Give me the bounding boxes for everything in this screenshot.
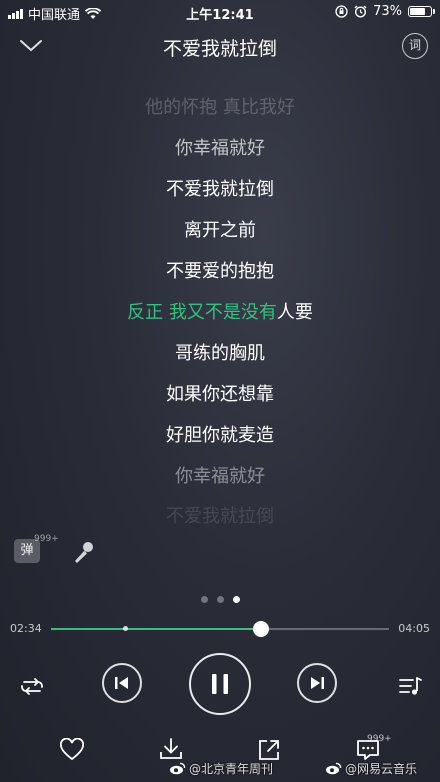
current-lyric-line: 反正 我又不是没有人要 bbox=[0, 298, 440, 324]
play-pause-button[interactable] bbox=[189, 653, 251, 715]
current-lyric-rest: 人要 bbox=[276, 302, 313, 323]
progress-played bbox=[51, 628, 262, 630]
weibo-logo-icon bbox=[170, 762, 186, 775]
status-bar: 中国联通 上午12:41 73% bbox=[0, 0, 440, 24]
lyric-line: 不爱我就拉倒 bbox=[166, 179, 274, 200]
current-time: 02:34 bbox=[10, 622, 42, 635]
lyric-line: 如果你还想靠 bbox=[166, 384, 274, 405]
download-icon[interactable] bbox=[158, 736, 184, 762]
lyric-line: 哥练的胸肌 bbox=[175, 343, 265, 364]
heart-icon[interactable] bbox=[59, 738, 85, 762]
next-button[interactable] bbox=[297, 663, 337, 703]
watermark-right-text: @网易云音乐 bbox=[345, 762, 418, 776]
previous-track-icon bbox=[115, 677, 128, 689]
microphone-icon[interactable] bbox=[70, 538, 98, 566]
page-dot-active bbox=[232, 596, 240, 603]
lyrics-mode-button[interactable]: 词 bbox=[402, 33, 428, 59]
lyric-line: 不爱我就拉倒 bbox=[166, 506, 274, 527]
playlist-icon[interactable] bbox=[396, 673, 424, 699]
lyric-line: 好胆你就麦造 bbox=[166, 425, 274, 446]
previous-button[interactable] bbox=[102, 663, 142, 703]
danmu-count-badge: 999+ bbox=[34, 534, 59, 544]
pause-icon bbox=[212, 674, 228, 694]
progress-marker bbox=[122, 626, 128, 631]
song-title: 不爱我就拉倒 bbox=[162, 38, 277, 60]
lyric-line: 你幸福就好 bbox=[175, 466, 265, 487]
total-time: 04:05 bbox=[398, 622, 430, 635]
watermark-right: @网易云音乐 bbox=[325, 760, 417, 777]
orientation-lock-icon bbox=[335, 5, 348, 18]
progress-bar[interactable] bbox=[51, 626, 389, 631]
lyric-line: 不要爱的抱抱 bbox=[166, 261, 274, 282]
lyric-line: 离开之前 bbox=[184, 220, 256, 241]
repeat-icon[interactable] bbox=[18, 673, 46, 699]
alarm-icon bbox=[354, 5, 367, 18]
page-dot bbox=[200, 596, 208, 603]
battery-icon bbox=[408, 6, 435, 17]
comment-count-badge: 999+ bbox=[367, 734, 392, 744]
lyric-line: 他的怀抱 真比我好 bbox=[145, 97, 295, 118]
page-dot bbox=[216, 596, 224, 603]
lyric-line: 你幸福就好 bbox=[175, 138, 265, 159]
watermark-left-text: @北京青年周刊 bbox=[189, 762, 274, 776]
next-track-icon bbox=[311, 677, 324, 689]
status-right: 73% bbox=[335, 4, 435, 19]
page-indicator bbox=[0, 596, 440, 603]
watermark-left: @北京青年周刊 bbox=[169, 760, 273, 777]
battery-percent: 73% bbox=[373, 4, 402, 19]
progress-knob[interactable] bbox=[253, 621, 270, 637]
weibo-logo-icon bbox=[326, 762, 342, 775]
current-lyric-sung: 反正 我又不是没有 bbox=[127, 302, 277, 323]
